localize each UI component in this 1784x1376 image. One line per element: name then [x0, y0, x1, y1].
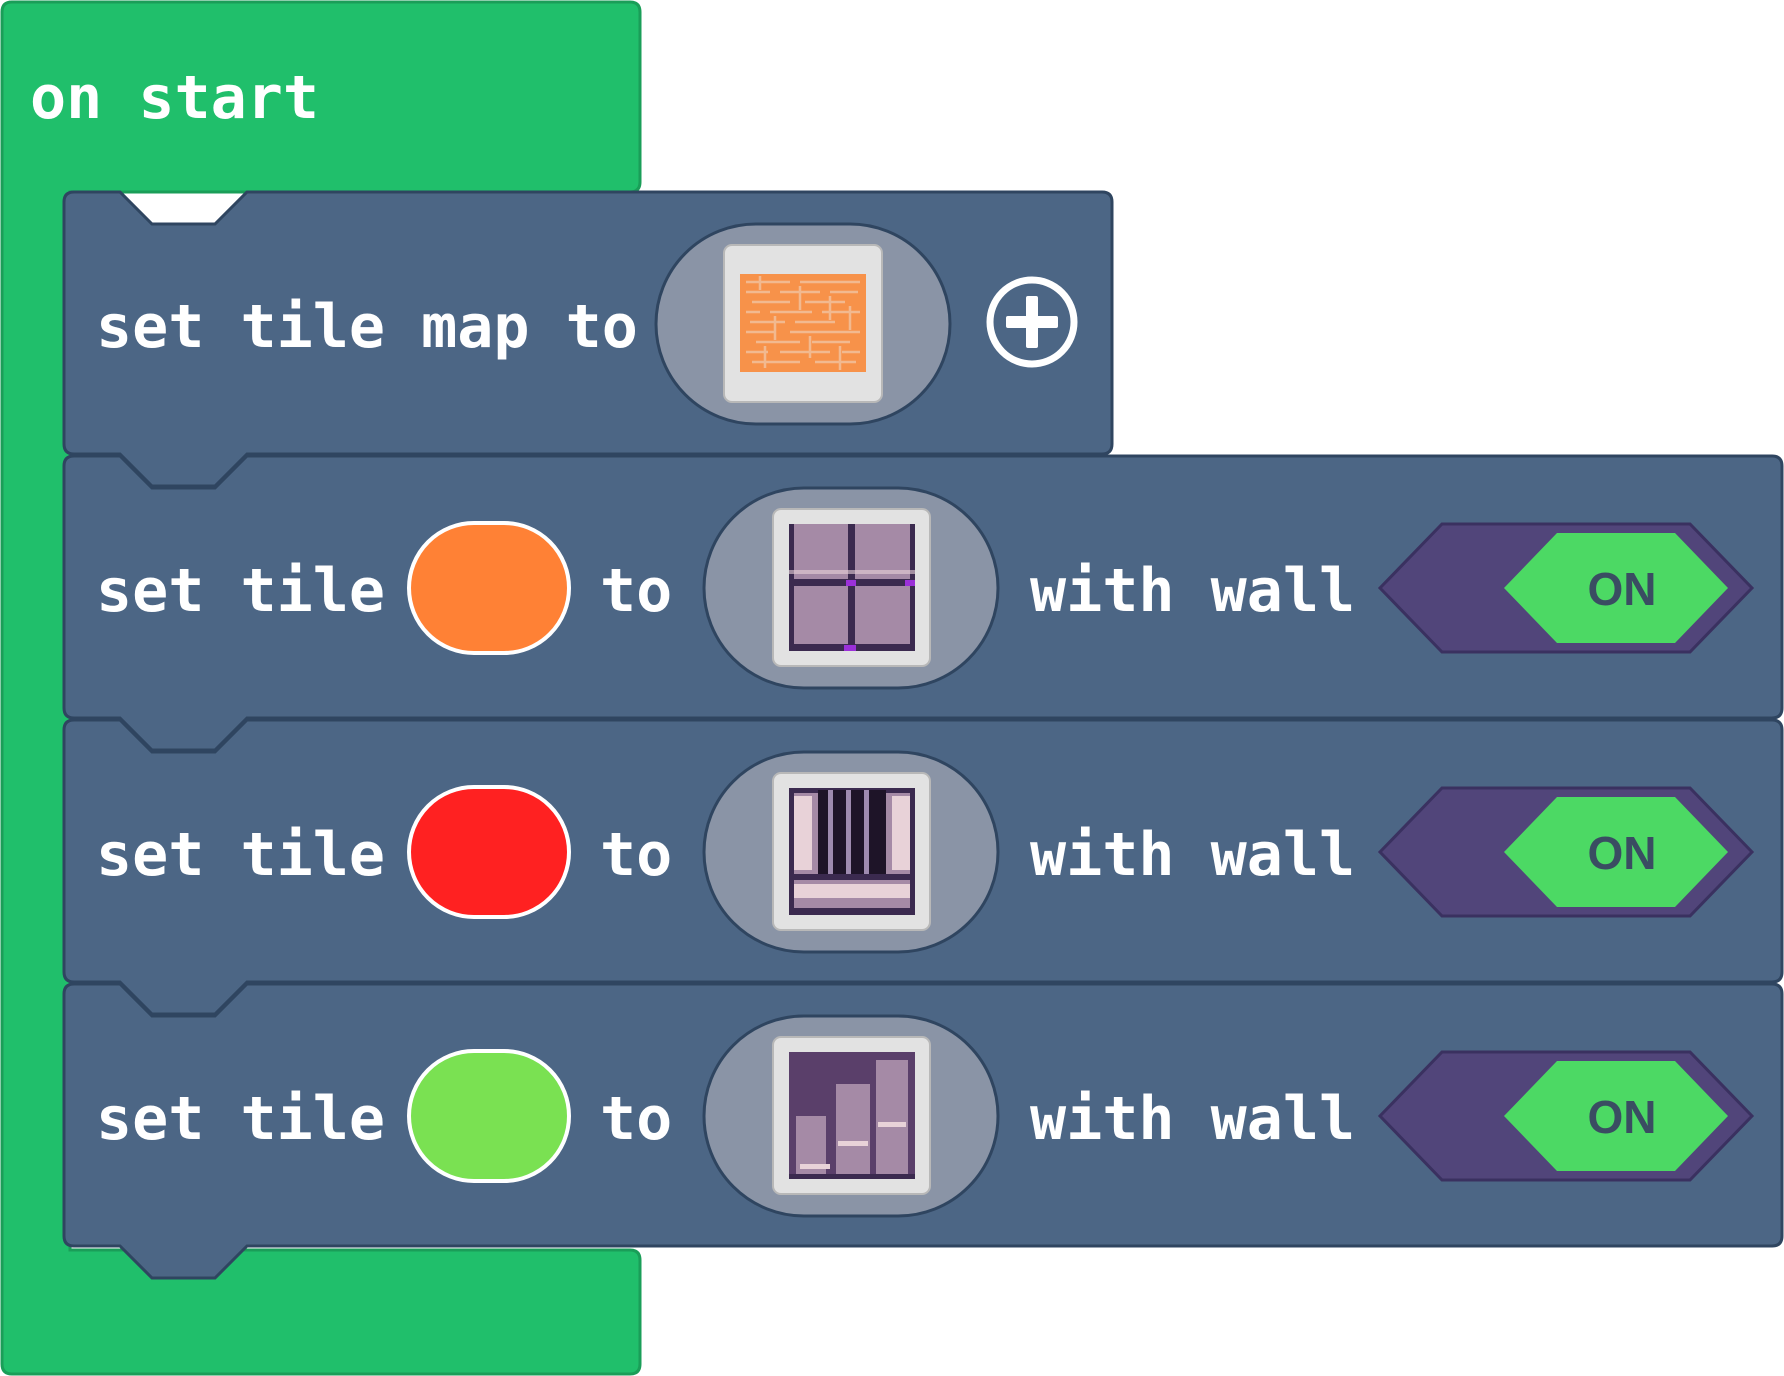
wall-toggle-on-text-1: ON: [1587, 563, 1657, 615]
to-label-1: to: [600, 556, 673, 626]
tile-color-orange[interactable]: [407, 521, 571, 655]
wall-toggle-on-text-3: ON: [1587, 1091, 1657, 1143]
brick-window-tile-icon: [789, 524, 915, 651]
door-bars-tile-icon: [789, 788, 915, 915]
stair-steps-tile-icon: [789, 1052, 915, 1179]
set-tile-label-3: set tile: [96, 1084, 385, 1154]
workspace: on start set tile map to set tile to wit…: [0, 0, 1784, 1376]
tile-color-green[interactable]: [407, 1049, 571, 1183]
to-label-2: to: [600, 820, 673, 890]
set-tile-label-1: set tile: [96, 556, 385, 626]
on-start-label: on start: [30, 63, 319, 133]
maze-tilemap-icon: [740, 274, 866, 372]
set-tile-label-2: set tile: [96, 820, 385, 890]
set-tilemap-label: set tile map to: [96, 292, 638, 362]
with-wall-label-1: with wall: [1030, 556, 1356, 626]
with-wall-label-2: with wall: [1030, 820, 1356, 890]
tile-color-red[interactable]: [407, 785, 571, 919]
wall-toggle-on-text-2: ON: [1587, 827, 1657, 879]
to-label-3: to: [600, 1084, 673, 1154]
with-wall-label-3: with wall: [1030, 1084, 1356, 1154]
